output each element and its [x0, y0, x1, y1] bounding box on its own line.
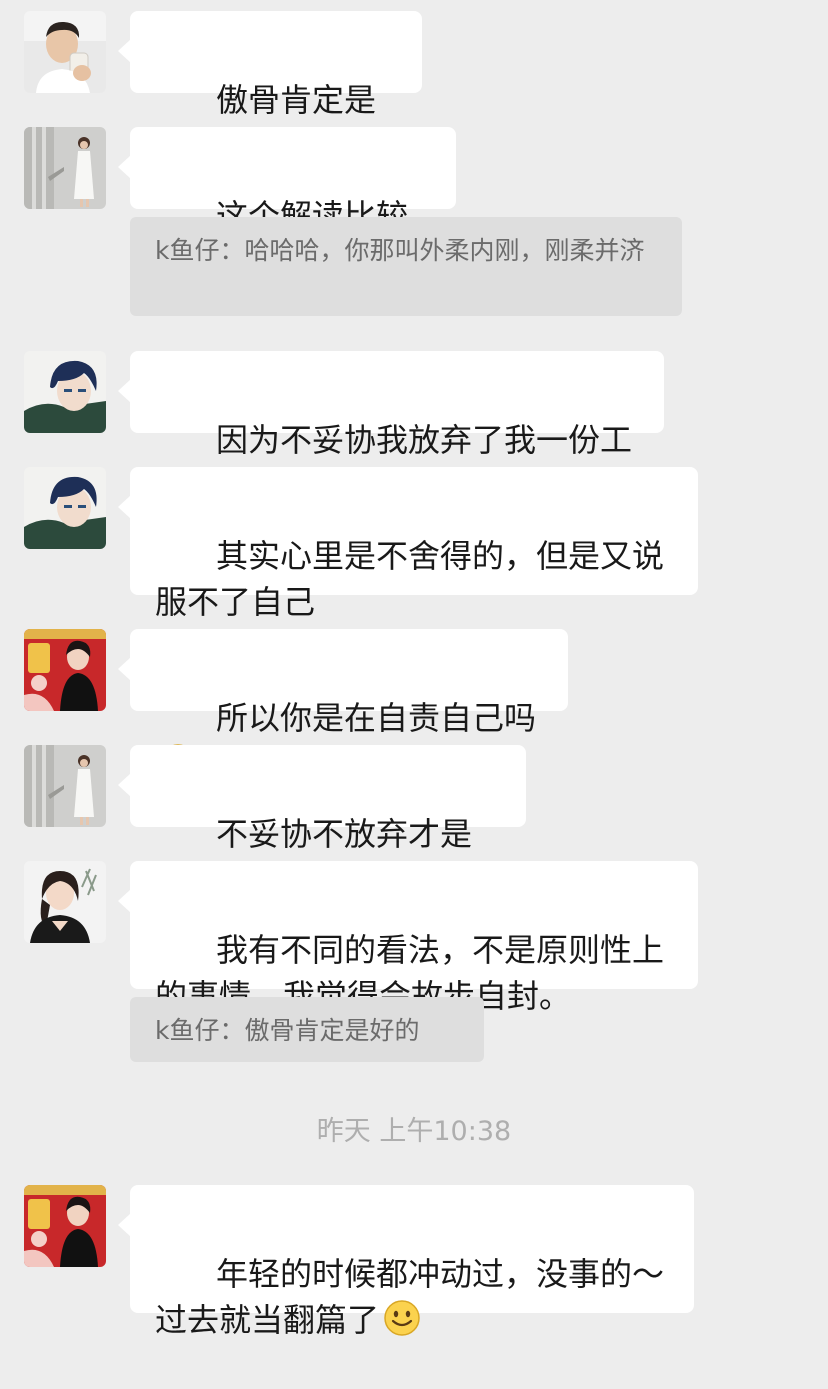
- woman-white-dress-avatar[interactable]: [24, 127, 106, 209]
- message-bubble[interactable]: 所以你是在自责自己吗: [118, 629, 568, 780]
- anime-boy-avatar[interactable]: [24, 351, 106, 433]
- man-drinking-avatar[interactable]: [24, 11, 106, 93]
- woman-red-background-avatar[interactable]: [24, 629, 106, 711]
- quoted-reply-text: k鱼仔：傲骨肯定是好的: [155, 1016, 420, 1045]
- quoted-reply-text: k鱼仔：哈哈哈，你那叫外柔内刚，刚柔并济: [155, 236, 645, 265]
- quoted-reply[interactable]: k鱼仔：哈哈哈，你那叫外柔内刚，刚柔并济: [130, 217, 682, 316]
- woman-black-top-avatar[interactable]: [24, 861, 106, 943]
- woman-red-background-avatar[interactable]: [24, 1185, 106, 1267]
- message-timestamp: 昨天 上午10:38: [316, 1116, 512, 1147]
- message-bubble[interactable]: 其实心里是不舍得的，但是又说服不了自己: [118, 467, 698, 621]
- anime-boy-avatar[interactable]: [24, 467, 106, 549]
- message-bubble[interactable]: 傲骨肯定是好的: [118, 11, 422, 165]
- quoted-reply[interactable]: k鱼仔：傲骨肯定是好的: [130, 997, 484, 1062]
- message-bubble[interactable]: 年轻的时候都冲动过，没事的～过去就当翻篇了: [118, 1185, 694, 1339]
- message-bubble[interactable]: 因为不妥协我放弃了我一份工作: [118, 351, 664, 505]
- message-bubble[interactable]: 我有不同的看法，不是原则性上的事情，我觉得会故步自封。: [118, 861, 698, 1015]
- chat-message-list: 傲骨肯定是好的 这个解读比较全面 k鱼仔：哈哈哈，你那叫外柔内刚，刚柔并济: [0, 0, 828, 1339]
- message-text: 其实心里是不舍得的，但是又说服不了自己: [155, 537, 665, 621]
- woman-white-dress-avatar[interactable]: [24, 745, 106, 827]
- smile-emoji-icon: [383, 1299, 421, 1337]
- message-text: 所以你是在自责自己吗: [216, 699, 537, 737]
- message-bubble[interactable]: 这个解读比较全面: [118, 127, 456, 281]
- message-bubble[interactable]: 不妥协不放弃才是傲骨: [118, 745, 526, 899]
